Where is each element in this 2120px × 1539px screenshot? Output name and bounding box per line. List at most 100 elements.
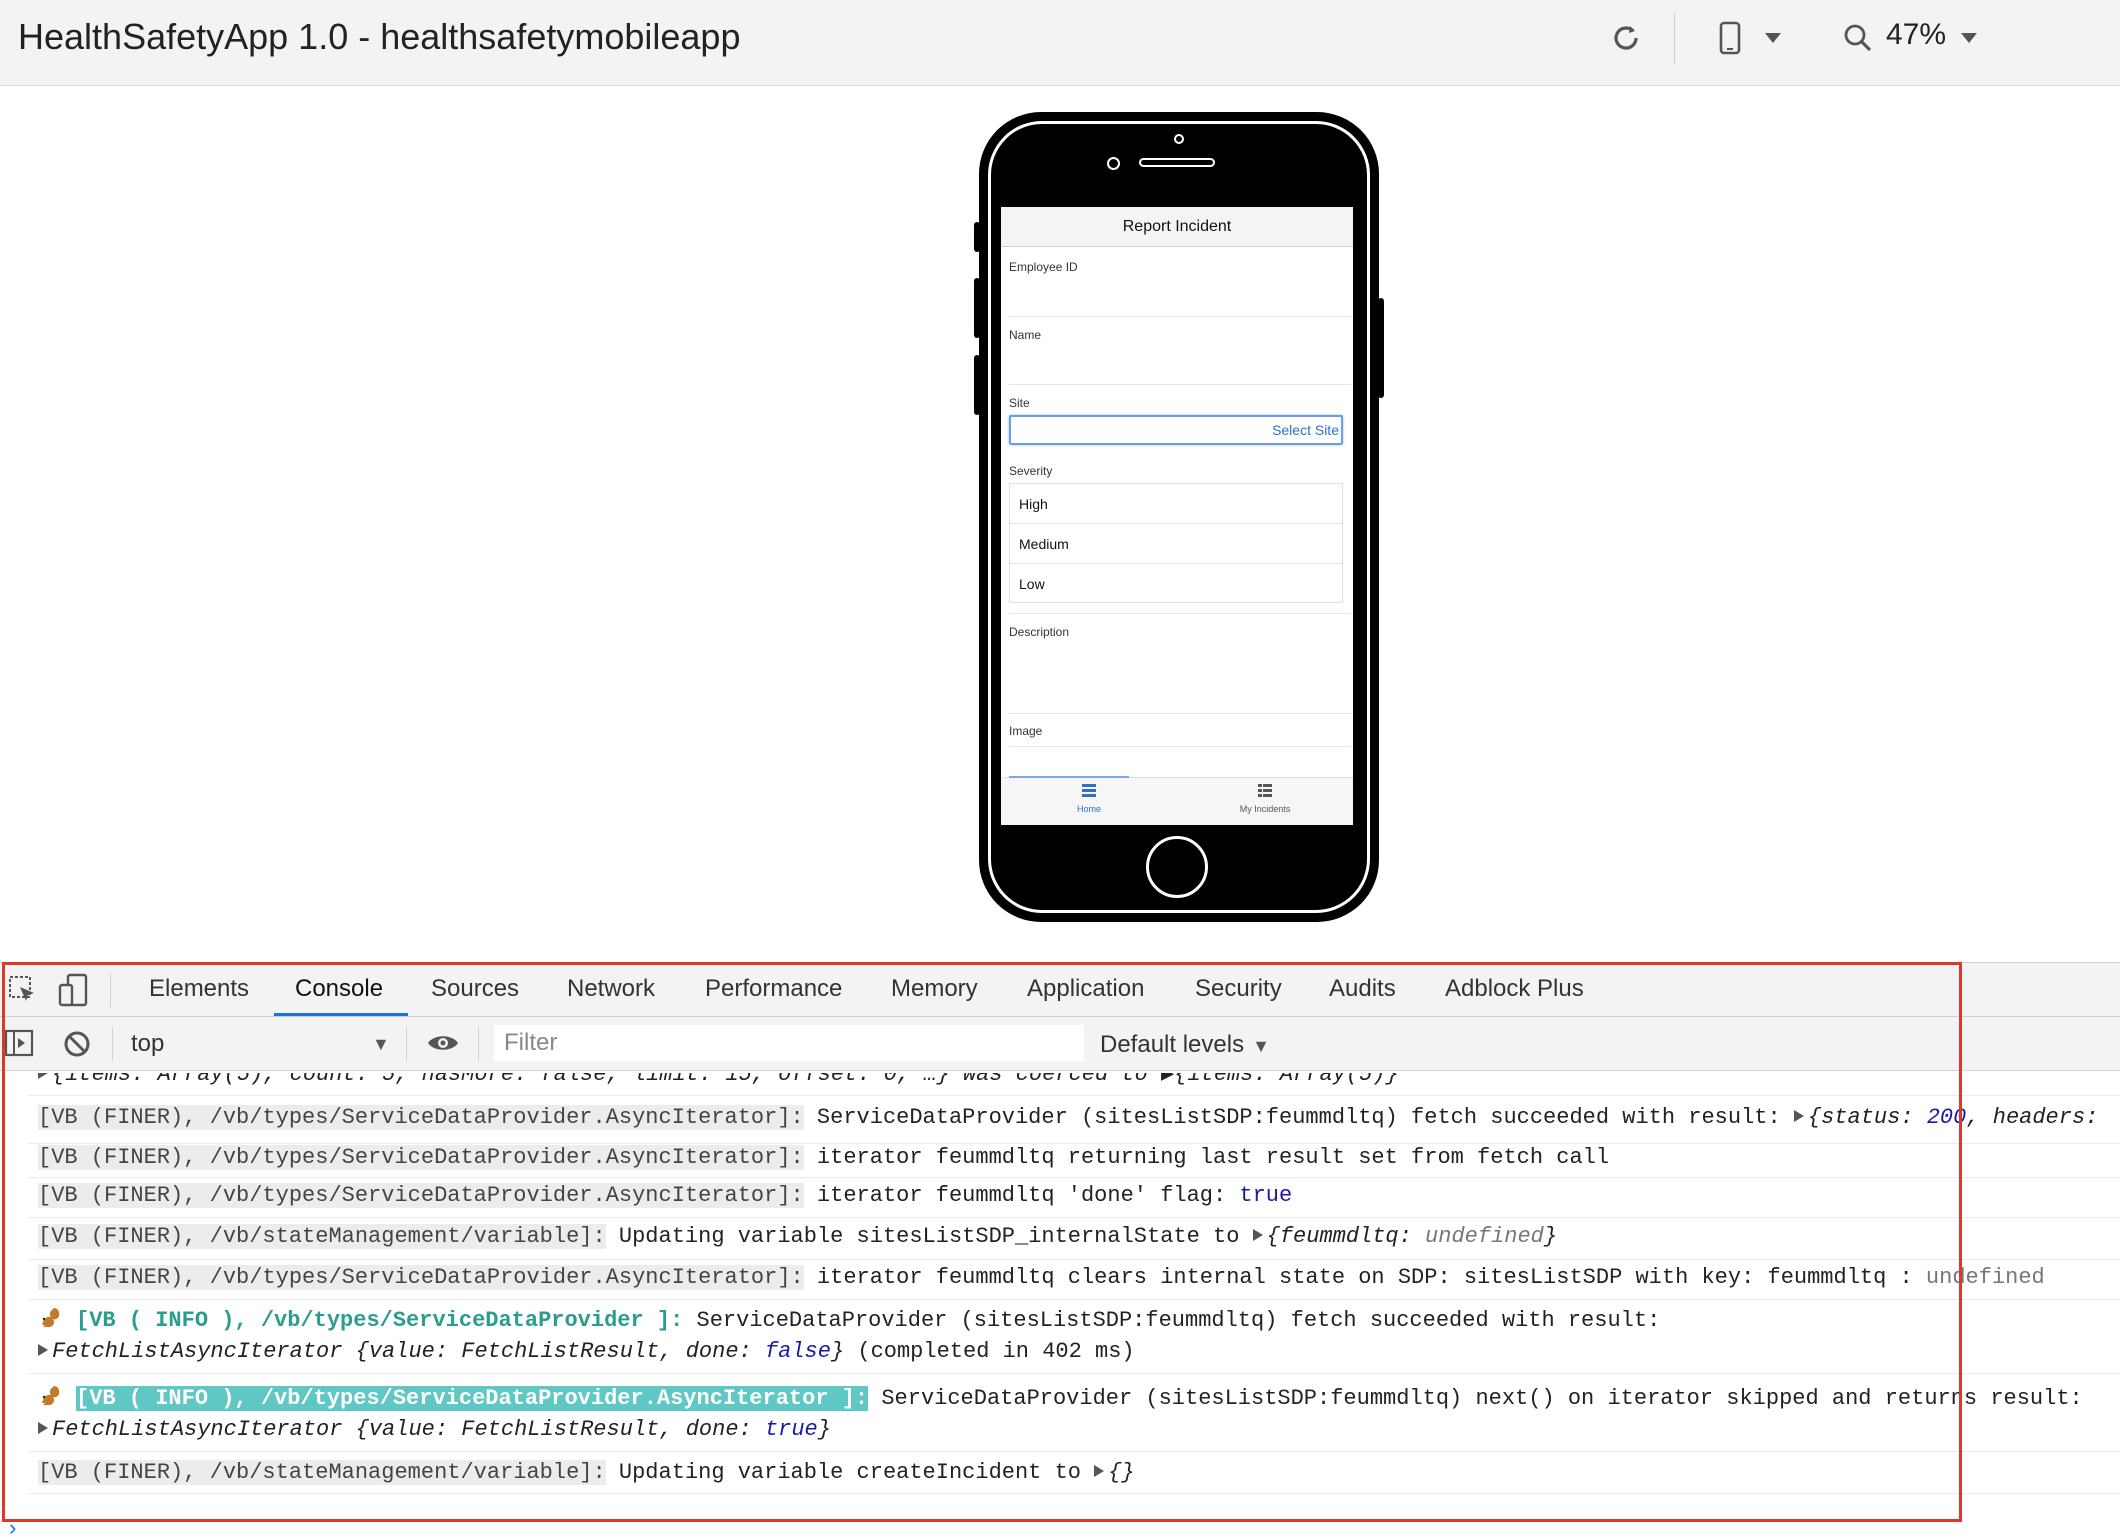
report-incident-header: Report Incident [1001, 207, 1353, 247]
severity-list: High Medium Low [1009, 483, 1343, 603]
sensor-icon [1107, 157, 1120, 170]
log-source[interactable]: [VB (FINER), /vb/types/ServiceDataProvid… [38, 1105, 804, 1130]
tab-network[interactable]: Network [567, 975, 655, 1003]
toolbar-divider [478, 1027, 479, 1061]
tab-audits[interactable]: Audits [1329, 975, 1396, 1003]
console-line-6: [VB ( INFO ), /vb/types/ServiceDataProvi… [38, 1305, 1660, 1333]
log-source[interactable]: [VB (FINER), /vb/types/ServiceDataProvid… [38, 1183, 804, 1208]
tab-adblock-plus[interactable]: Adblock Plus [1445, 975, 1584, 1003]
console-separator [28, 1095, 2120, 1096]
clear-console-icon[interactable] [62, 1029, 92, 1059]
home-button[interactable] [1146, 836, 1208, 898]
console-separator [28, 1217, 2120, 1218]
expand-triangle-icon[interactable] [38, 1073, 48, 1079]
phone-screen: Report Incident Employee ID Name Site Se… [1001, 207, 1353, 825]
devtools-panel: Elements Console Sources Network Perform… [0, 962, 2120, 1539]
console-line-7b: FetchListAsyncIterator {value: FetchList… [38, 1417, 831, 1442]
active-tab-underline [274, 1013, 408, 1016]
expand-triangle-icon[interactable] [38, 1422, 48, 1434]
context-chevron-down-icon[interactable]: ▼ [372, 1034, 390, 1055]
name-field[interactable] [1009, 384, 1351, 385]
tab-my-incidents-label: My Incidents [1239, 804, 1291, 814]
console-line-6b: FetchListAsyncIterator {value: FetchList… [38, 1339, 1135, 1364]
phone-device-icon[interactable] [1716, 16, 1744, 60]
tab-application[interactable]: Application [1027, 975, 1144, 1003]
console-line-truncated: {items: Array(5), count: 5, hasMore: fal… [38, 1073, 1399, 1087]
squirrel-icon [42, 1386, 60, 1405]
speaker-grille [1139, 158, 1215, 167]
list-icon [1082, 784, 1096, 797]
front-camera-icon [1174, 134, 1184, 144]
log-source[interactable]: [VB ( INFO ), /vb/types/ServiceDataProvi… [76, 1308, 683, 1333]
log-levels-dropdown[interactable]: Default levels ▼ [1100, 1031, 1270, 1059]
console-line-3: [VB (FINER), /vb/types/ServiceDataProvid… [38, 1183, 1293, 1208]
eye-icon[interactable] [426, 1031, 460, 1055]
tab-my-incidents[interactable]: My Incidents [1177, 784, 1353, 814]
devtools-tab-bar: Elements Console Sources Network Perform… [0, 963, 2120, 1017]
severity-divider [1009, 613, 1351, 614]
console-separator [28, 1259, 2120, 1260]
console-line-4: [VB (FINER), /vb/stateManagement/variabl… [38, 1224, 1558, 1249]
tab-security[interactable]: Security [1195, 975, 1282, 1003]
tab-performance[interactable]: Performance [705, 975, 842, 1003]
employee-id-label: Employee ID [1009, 260, 1078, 274]
zoom-chevron-down-icon[interactable] [1958, 16, 1980, 60]
log-source[interactable]: [VB (FINER), /vb/stateManagement/variabl… [38, 1224, 606, 1249]
tab-sources[interactable]: Sources [431, 975, 519, 1003]
squirrel-icon [42, 1308, 60, 1327]
log-source[interactable]: [VB (FINER), /vb/types/ServiceDataProvid… [38, 1265, 804, 1290]
tab-divider [110, 973, 111, 1007]
expand-triangle-icon[interactable] [1252, 1229, 1263, 1241]
refresh-icon[interactable] [1604, 16, 1648, 60]
bottom-tab-bar: Home My Incidents [1001, 776, 1353, 825]
employee-id-field[interactable] [1009, 316, 1351, 317]
console-separator [28, 1177, 2120, 1178]
console-separator [28, 1299, 2120, 1300]
expand-triangle-icon[interactable] [1793, 1110, 1804, 1122]
image-label: Image [1009, 724, 1043, 738]
log-source-highlighted[interactable]: [VB ( INFO ), /vb/types/ServiceDataProvi… [76, 1386, 869, 1411]
image-field[interactable] [1009, 746, 1351, 747]
grid-icon [1258, 784, 1272, 797]
app-title: HealthSafetyApp 1.0 - healthsafetymobile… [18, 16, 741, 57]
expand-triangle-icon[interactable] [1094, 1465, 1105, 1477]
site-select[interactable]: Select Site [1009, 415, 1343, 445]
severity-option-high[interactable]: High [1010, 484, 1342, 524]
toolbar-divider [406, 1027, 407, 1061]
page-title: Report Incident [1122, 217, 1232, 235]
severity-option-medium[interactable]: Medium [1010, 524, 1342, 564]
device-chevron-down-icon[interactable] [1762, 16, 1784, 60]
console-line-1: [VB (FINER), /vb/types/ServiceDataProvid… [38, 1105, 2099, 1130]
log-levels-label: Default levels [1100, 1031, 1245, 1058]
tab-home-label: Home [1076, 804, 1101, 814]
console-line-2: [VB (FINER), /vb/types/ServiceDataProvid… [38, 1145, 1610, 1170]
inspect-element-icon[interactable] [8, 975, 38, 1005]
tab-console[interactable]: Console [295, 975, 383, 1003]
search-zoom-icon[interactable] [1842, 16, 1874, 60]
tab-memory[interactable]: Memory [891, 975, 978, 1003]
console-filter-input[interactable] [494, 1025, 1084, 1061]
log-source[interactable]: [VB (FINER), /vb/types/ServiceDataProvid… [38, 1145, 804, 1170]
device-toolbar-icon[interactable] [58, 973, 90, 1007]
context-selector[interactable]: top [131, 1030, 164, 1058]
description-label: Description [1009, 625, 1070, 639]
expand-triangle-icon[interactable] [38, 1344, 48, 1356]
sidebar-toggle-icon[interactable] [4, 1029, 34, 1057]
tab-home[interactable]: Home [1001, 784, 1177, 814]
description-field[interactable] [1009, 713, 1351, 714]
severity-option-low[interactable]: Low [1010, 564, 1342, 604]
console-output: {items: Array(5), count: 5, hasMore: fal… [0, 1073, 2120, 1539]
console-prompt[interactable]: › [6, 1517, 19, 1539]
severity-label: Severity [1009, 464, 1053, 478]
console-line-5: [VB (FINER), /vb/types/ServiceDataProvid… [38, 1265, 2045, 1290]
console-separator [28, 1493, 2120, 1494]
console-line-8: [VB (FINER), /vb/stateManagement/variabl… [38, 1460, 1135, 1485]
site-label: Site [1009, 396, 1030, 410]
tab-elements[interactable]: Elements [149, 975, 249, 1003]
log-source[interactable]: [VB (FINER), /vb/stateManagement/variabl… [38, 1460, 606, 1485]
name-label: Name [1009, 328, 1042, 342]
levels-chevron-down-icon: ▼ [1252, 1036, 1270, 1056]
console-separator [28, 1451, 2120, 1452]
console-separator [28, 1143, 2120, 1144]
zoom-level[interactable]: 47% [1886, 18, 1946, 52]
